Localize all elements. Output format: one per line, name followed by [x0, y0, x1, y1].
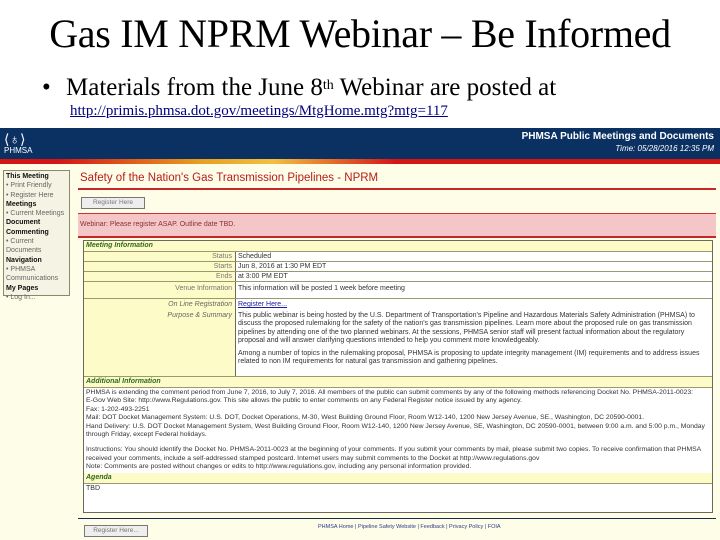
instructions-text: Instructions: You should identify the Do…	[86, 446, 701, 462]
online-registration-label: On Line Registration	[168, 301, 232, 308]
info-row-value: Jun 8, 2016 at 1:30 PM EDT	[238, 263, 327, 270]
embedded-screenshot: ⟨♁⟩ PHMSA PHMSA Public Meetings and Docu…	[0, 128, 720, 540]
sidebar-item[interactable]: • PHMSA	[6, 265, 67, 274]
register-button[interactable]: Register Here	[81, 197, 145, 209]
banner-time: Time: 05/28/2016 12:35 PM	[615, 144, 714, 153]
additional-info-body: PHMSA is extending the comment period fr…	[84, 388, 712, 473]
info-row: Starts Jun 8, 2016 at 1:30 PM EDT	[84, 262, 712, 272]
additional-info-line: Mail: DOT Docket Management System: U.S.…	[86, 414, 645, 422]
purpose-label: Purpose & Summary	[167, 311, 232, 319]
bullet-text: • Materials from the June 8th Webinar are…	[42, 73, 556, 103]
meeting-url-link[interactable]: http://primis.phmsa.dot.gov/meetings/Mtg…	[70, 103, 448, 120]
agenda-value: TBD	[86, 484, 100, 492]
purpose-paragraph-2: Among a number of topics in the rulemaki…	[238, 349, 700, 366]
sidebar-heading: Navigation	[6, 256, 42, 264]
info-row: Venue Information This information will b…	[84, 282, 712, 299]
purpose-values: Register Here... This public webinar is …	[236, 299, 712, 376]
meeting-details-panel: Meeting Information Status Scheduled Start…	[83, 240, 713, 513]
sidebar-nav: This Meeting • Print Friendly • Register H…	[3, 170, 70, 301]
purpose-labels: On Line Registration Purpose & Summary	[84, 299, 236, 376]
agenda-header: Agenda	[84, 472, 712, 484]
main-content: Safety of the Nation's Gas Transmission …	[78, 170, 716, 238]
banner-title: PHMSA Public Meetings and Documents	[521, 131, 714, 142]
sidebar-item[interactable]: • Current Meetings	[6, 209, 67, 218]
purpose-block: On Line Registration Purpose & Summary R…	[84, 299, 712, 377]
bullet-sup: th	[322, 78, 334, 93]
logo-text: PHMSA	[4, 146, 33, 155]
info-row-value: at 3:00 PM EDT	[238, 273, 288, 280]
info-row-label: Starts	[84, 262, 236, 271]
info-row-label: Status	[84, 252, 236, 261]
footer-divider	[78, 518, 716, 519]
additional-info-line: PHMSA is extending the comment period fr…	[86, 388, 693, 396]
additional-info-line: Fax: 1-202-493-2251	[86, 405, 150, 413]
sidebar-item[interactable]: • Print Friendly	[6, 181, 67, 190]
slide-title: Gas IM NPRM Webinar – Be Informed	[49, 11, 671, 56]
alert-banner: Webinar: Please register ASAP. Outline d…	[78, 213, 716, 238]
footer-links[interactable]: PHMSA Home | Pipeline Safety Website | F…	[318, 524, 501, 530]
banner-stripe	[0, 159, 720, 164]
info-row-value: Scheduled	[238, 253, 272, 260]
additional-info-header: Additional Information	[84, 376, 712, 388]
additional-info-line: Hand Delivery: U.S. DOT Docket Managemen…	[86, 422, 705, 439]
note-text: Note: Comments are posted without change…	[86, 463, 472, 471]
info-row-label: Ends	[84, 272, 236, 281]
sidebar-heading: My Pages	[6, 284, 39, 292]
sidebar-item[interactable]: Communications	[6, 274, 67, 283]
online-registration-link[interactable]: Register Here...	[238, 301, 287, 308]
page-title: Safety of the Nation's Gas Transmission …	[80, 172, 379, 184]
register-button-bottom[interactable]: Register Here...	[84, 525, 148, 537]
info-row: Ends at 3:00 PM EDT	[84, 272, 712, 282]
meeting-info-header: Meeting Information	[84, 241, 712, 252]
sidebar-heading: Commenting	[6, 228, 49, 236]
info-row-value: This information will be posted 1 week b…	[238, 285, 405, 292]
bullet-pre: Materials from the June 8	[66, 74, 323, 101]
sidebar-item[interactable]: • Register Here	[6, 191, 67, 200]
bullet-post: Webinar are posted at	[333, 74, 557, 101]
phmsa-logo[interactable]: ⟨♁⟩ PHMSA	[4, 132, 32, 155]
info-row-label: Venue Information	[84, 282, 236, 298]
purpose-paragraph-1: This public webinar is being hosted by t…	[238, 311, 695, 345]
sidebar-item[interactable]: • Current Documents	[6, 237, 67, 256]
site-banner: ⟨♁⟩ PHMSA PHMSA Public Meetings and Docu…	[0, 128, 720, 159]
sidebar-heading: Meetings	[6, 200, 37, 208]
sidebar-heading: Document	[6, 219, 41, 227]
sidebar-heading: This Meeting	[6, 173, 49, 180]
title-divider	[78, 188, 716, 190]
info-row: Status Scheduled	[84, 252, 712, 262]
bullet-dot-icon: •	[42, 74, 51, 101]
sidebar-item[interactable]: • Log In...	[6, 293, 67, 302]
additional-info-line: E-Gov Web Site: http://www.Regulations.g…	[86, 397, 522, 405]
phmsa-logo-icon: ⟨♁⟩	[4, 131, 26, 147]
